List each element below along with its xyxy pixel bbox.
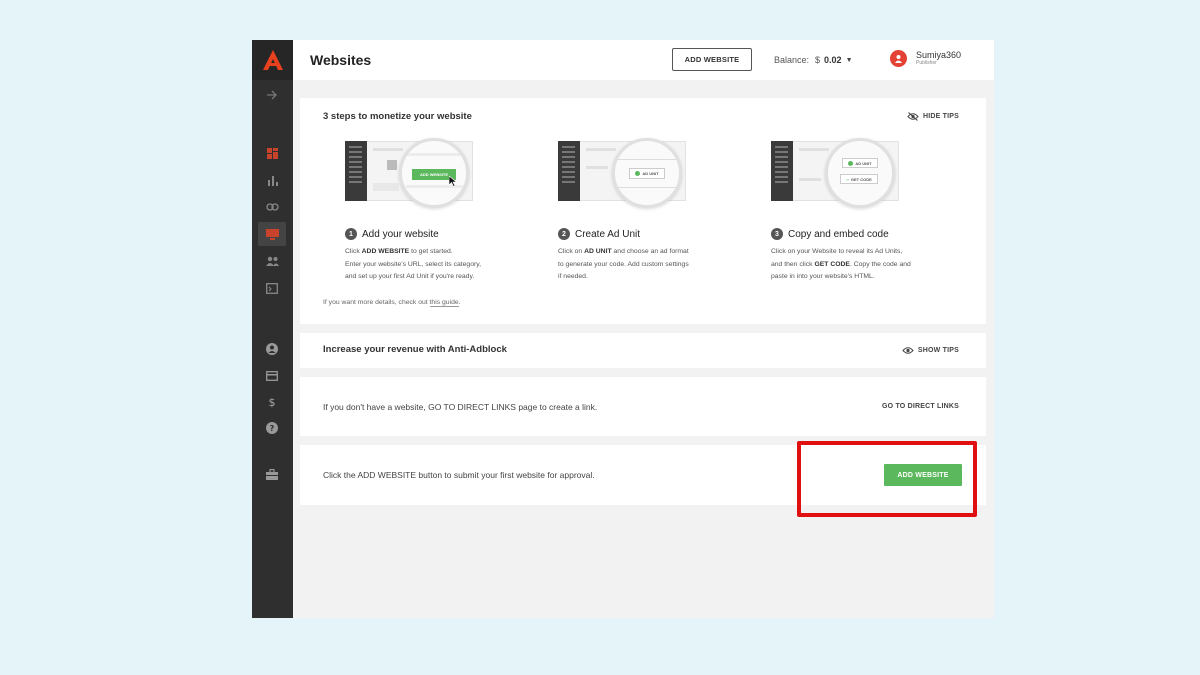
guide-link[interactable]: this guide	[429, 299, 459, 307]
go-to-direct-links-button[interactable]: GO TO DIRECT LINKS	[882, 403, 959, 410]
step-3-illustration: AD UNIT ‹› GET CODE	[771, 138, 899, 214]
eye-icon	[902, 347, 914, 354]
eye-off-icon	[907, 112, 919, 121]
dashboard-icon[interactable]	[258, 141, 286, 165]
step-2-description: Click on AD UNIT and choose an ad format…	[558, 248, 689, 280]
top-bar: Websites ADD WEBSITE Balance: $ 0.02 ▼ S…	[293, 40, 994, 80]
step-3-mag-button: AD UNIT	[842, 158, 878, 168]
sidebar: $ ?	[252, 40, 293, 618]
step-2-mag-button: AD UNIT	[629, 168, 665, 179]
balance-dropdown[interactable]: Balance: $ 0.02 ▼	[774, 55, 853, 65]
app-window: $ ? Websites ADD WEBSITE Balance: $ 0.02…	[252, 40, 994, 618]
chevron-down-icon: ▼	[845, 56, 853, 64]
dollar-icon[interactable]: $	[258, 390, 286, 414]
referrals-icon[interactable]	[258, 249, 286, 273]
statistics-icon[interactable]	[258, 168, 286, 192]
show-tips-label: SHOW TIPS	[917, 347, 959, 354]
avatar	[890, 50, 907, 67]
step-1-title: Add your website	[362, 228, 439, 240]
direct-links-card: If you don't have a website, GO TO DIREC…	[300, 377, 986, 436]
support-icon[interactable]: ?	[258, 416, 286, 440]
profile-icon[interactable]	[258, 337, 286, 361]
step-1-description: Click ADD WEBSITE to get started. Enter …	[345, 248, 482, 280]
user-role: Publisher	[916, 60, 937, 66]
briefcase-icon[interactable]	[258, 462, 286, 486]
add-website-header-button[interactable]: ADD WEBSITE	[672, 48, 752, 71]
balance-label: Balance:	[774, 55, 810, 65]
add-website-button[interactable]: ADD WEBSITE	[884, 464, 962, 486]
step-2-number: 2	[558, 228, 570, 240]
svg-text:?: ?	[270, 424, 275, 433]
terminal-icon[interactable]	[258, 276, 286, 300]
hide-tips-label: HIDE TIPS	[922, 113, 959, 120]
hide-tips-button[interactable]: HIDE TIPS	[907, 112, 959, 121]
balance-currency: $	[815, 55, 821, 65]
antiadblock-title: Increase your revenue with Anti-Adblock	[323, 344, 507, 355]
user-menu[interactable]: Sumiya360 Publisher	[890, 50, 961, 67]
step-3-title: Copy and embed code	[788, 228, 889, 240]
direct-links-text: If you don't have a website, GO TO DIREC…	[323, 402, 598, 412]
submit-text: Click the ADD WEBSITE button to submit y…	[323, 470, 595, 480]
page-title: Websites	[310, 52, 372, 68]
guide-text: If you want more details, check out this…	[323, 299, 461, 307]
payments-icon[interactable]	[258, 364, 286, 388]
arrow-right-icon[interactable]	[258, 83, 286, 107]
step-1: ADD WEBSITE 1 Add your website Click ADD…	[345, 138, 515, 284]
step-3-description: Click on your Website to reveal its Ad U…	[771, 248, 911, 280]
step-2-title: Create Ad Unit	[575, 228, 641, 240]
step-3: AD UNIT ‹› GET CODE 3 Copy and embed code…	[771, 138, 941, 284]
tips-card: 3 steps to monetize your website HIDE TI…	[300, 98, 986, 324]
antiadblock-card: Increase your revenue with Anti-Adblock …	[300, 333, 986, 368]
websites-icon[interactable]	[258, 222, 286, 246]
link-icon[interactable]	[258, 195, 286, 219]
step-2: AD UNIT 2 Create Ad Unit Click on AD UNI…	[558, 138, 728, 284]
tips-title: 3 steps to monetize your website	[323, 111, 472, 122]
logo-icon[interactable]	[252, 40, 293, 80]
user-name: Sumiya360	[916, 50, 962, 60]
cursor-icon	[449, 176, 458, 187]
step-1-number: 1	[345, 228, 357, 240]
step-3-number: 3	[771, 228, 783, 240]
step-1-illustration: ADD WEBSITE	[345, 138, 473, 214]
step-3-mag-button-2: ‹› GET CODE	[840, 174, 878, 184]
balance-value: 0.02	[824, 55, 842, 65]
show-tips-button[interactable]: SHOW TIPS	[902, 346, 959, 355]
submit-website-card: Click the ADD WEBSITE button to submit y…	[300, 445, 986, 505]
step-2-illustration: AD UNIT	[558, 138, 686, 214]
